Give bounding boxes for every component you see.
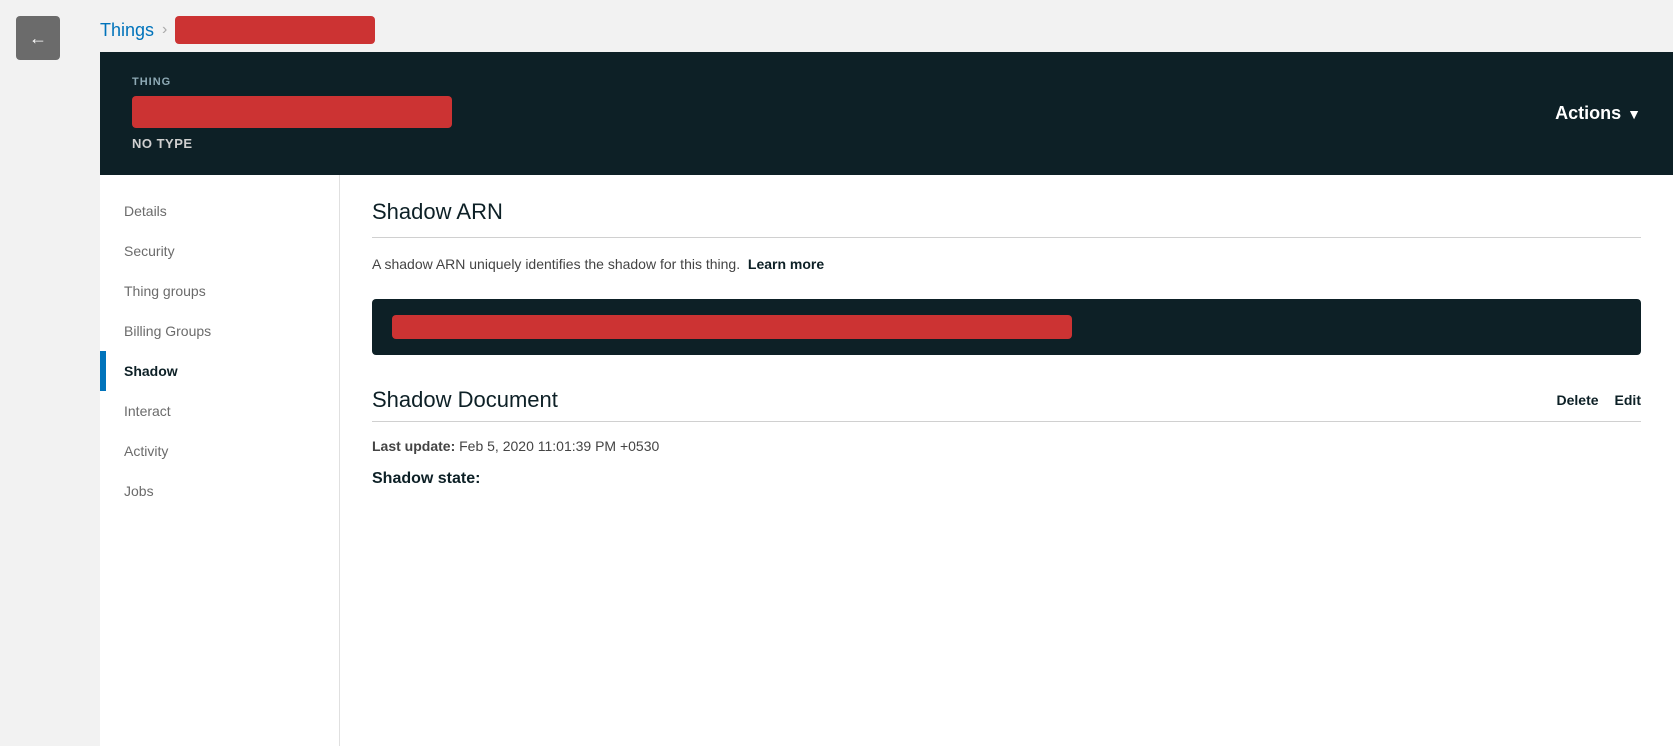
sidebar-item-shadow-label: Shadow [124,363,178,379]
sidebar-item-shadow[interactable]: Shadow [100,351,339,391]
thing-header-banner: THING NO TYPE Actions ▼ [100,52,1673,175]
back-button[interactable]: ← [16,16,60,60]
last-update-label: Last update: [372,438,455,454]
sidebar-item-interact-label: Interact [124,403,171,419]
thing-label: THING [132,76,452,88]
actions-label: Actions [1555,103,1621,124]
arn-display-box [372,299,1641,355]
sidebar-item-security[interactable]: Security [100,231,339,271]
main-content: Shadow ARN A shadow ARN uniquely identif… [340,175,1673,746]
last-update-value: Feb 5, 2020 11:01:39 PM +0530 [459,438,659,454]
shadow-doc-actions: Delete Edit [1557,392,1641,408]
sidebar-item-jobs-label: Jobs [124,483,154,499]
section-divider-shadow-doc [372,421,1641,422]
sidebar-item-security-label: Security [124,243,175,259]
breadcrumb-thing-name-redacted [175,16,375,44]
breadcrumb-separator: › [162,21,167,39]
actions-chevron-icon: ▼ [1627,106,1641,122]
content-area: Details Security Thing groups Billing Gr… [100,175,1673,746]
shadow-state-label: Shadow state: [372,470,1641,488]
sidebar-item-billing-groups[interactable]: Billing Groups [100,311,339,351]
sidebar-item-jobs[interactable]: Jobs [100,471,339,511]
section-divider-arn [372,237,1641,238]
sidebar-item-activity[interactable]: Activity [100,431,339,471]
arn-value-redacted [392,315,1072,339]
shadow-doc-title: Shadow Document [372,387,558,413]
learn-more-link[interactable]: Learn more [748,256,824,272]
actions-button[interactable]: Actions ▼ [1555,103,1641,124]
sidebar-item-thing-groups-label: Thing groups [124,283,206,299]
thing-header-left: THING NO TYPE [132,76,452,151]
thing-name-redacted [132,96,452,128]
delete-button[interactable]: Delete [1557,392,1599,408]
edit-button[interactable]: Edit [1615,392,1641,408]
last-update-text: Last update: Feb 5, 2020 11:01:39 PM +05… [372,438,1641,454]
sidebar-item-details[interactable]: Details [100,191,339,231]
thing-type-label: NO TYPE [132,136,452,151]
breadcrumb: Things › [100,0,1673,52]
sidebar-item-activity-label: Activity [124,443,168,459]
breadcrumb-things-link[interactable]: Things [100,20,154,41]
sidebar-item-thing-groups[interactable]: Thing groups [100,271,339,311]
sidebar-item-interact[interactable]: Interact [100,391,339,431]
sidebar-item-details-label: Details [124,203,167,219]
shadow-doc-header: Shadow Document Delete Edit [372,387,1641,413]
sidebar-item-billing-groups-label: Billing Groups [124,323,211,339]
shadow-arn-title: Shadow ARN [372,199,1641,225]
shadow-arn-description: A shadow ARN uniquely identifies the sha… [372,254,1641,275]
left-nav: Details Security Thing groups Billing Gr… [100,175,340,746]
